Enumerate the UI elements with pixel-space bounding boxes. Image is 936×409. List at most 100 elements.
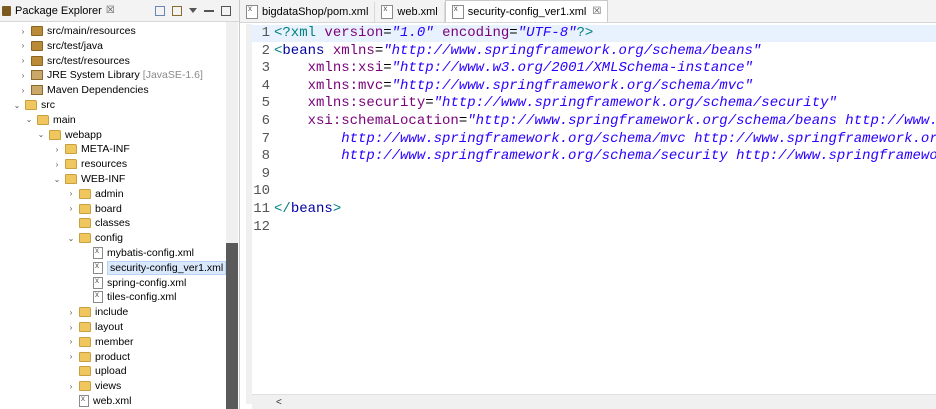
package-explorer-header: Package Explorer ☒	[0, 0, 239, 22]
close-tab-icon[interactable]: ☒	[592, 6, 601, 17]
code-token: =	[509, 25, 518, 41]
code-area[interactable]: 1 <?xml version = "1.0" encoding = "UTF-8" ?> 2…	[252, 22, 936, 392]
vertical-scrollbar-thumb[interactable]	[226, 243, 238, 409]
tree-toggle-icon[interactable]: ›	[52, 160, 62, 169]
tree-toggle-icon[interactable]: ›	[66, 204, 76, 213]
folder-icon	[65, 144, 77, 155]
tree-item-label: layout	[95, 321, 124, 333]
tree-item[interactable]: › src/test/resources	[18, 54, 130, 68]
tree-item[interactable]: › layout	[66, 320, 123, 334]
code-line[interactable]: 10	[252, 183, 274, 200]
tree-toggle-icon[interactable]: ›	[66, 189, 76, 198]
tree-item[interactable]: › admin	[66, 187, 124, 201]
code-line[interactable]: 4 xmlns:mvc = "http://www.springframework.…	[252, 78, 753, 95]
code-token: <?xml	[274, 25, 325, 41]
scroll-left-arrow-icon[interactable]: <	[276, 397, 282, 408]
editor-tab-bar: bigdataShop/pom.xml web.xml security-confi…	[240, 0, 936, 23]
folder-icon	[79, 366, 91, 377]
tree-toggle-icon[interactable]: ⌄	[12, 101, 22, 110]
tree-item-label: main	[53, 113, 76, 126]
code-line[interactable]: 5 xmlns:security = "http://www.springframe…	[252, 95, 837, 112]
editor-tab[interactable]: security-config_ver1.xml ☒	[444, 0, 609, 22]
tree-toggle-icon[interactable]: ›	[18, 71, 28, 80]
tree-item[interactable]: › META-INF	[52, 142, 130, 156]
code-line[interactable]: 8 http://www.springframework.org/schema/…	[252, 148, 936, 165]
tree-item-label: config	[95, 232, 124, 245]
tree-toggle-icon[interactable]: ›	[18, 27, 28, 36]
package-folder-icon	[31, 26, 43, 36]
tree-toggle-icon[interactable]: ⌄	[66, 234, 76, 243]
tree-item[interactable]: ⌄ config	[66, 231, 123, 245]
tree-toggle-icon[interactable]: ⌄	[36, 130, 46, 139]
close-icon[interactable]: ☒	[106, 5, 115, 16]
tree-item[interactable]: ⌄ WEB-INF	[52, 172, 126, 186]
code-line[interactable]: 1 <?xml version = "1.0" encoding = "UTF-8" ?>	[252, 25, 936, 42]
code-token: =	[383, 60, 392, 77]
code-token: >	[332, 201, 342, 217]
tree-toggle-icon[interactable]: ›	[66, 352, 76, 361]
tree-item[interactable]: mybatis-config.xml	[80, 246, 194, 260]
code-token: =	[383, 77, 392, 94]
tree-toggle-icon[interactable]: ›	[18, 56, 28, 65]
tree-item[interactable]: upload	[66, 364, 127, 378]
tree-toggle-icon[interactable]: ›	[66, 308, 76, 317]
editor-tab[interactable]: bigdataShop/pom.xml	[240, 2, 376, 22]
code-line[interactable]: 9	[252, 166, 274, 183]
tree-toggle-icon[interactable]: ›	[66, 337, 76, 346]
tree-item[interactable]: ⌄ webapp	[36, 128, 102, 142]
xml-file-icon	[93, 276, 103, 289]
tree-item[interactable]: ⌄ src	[12, 98, 55, 112]
xml-file-icon	[381, 4, 394, 19]
tree-toggle-icon[interactable]: ⌄	[52, 175, 62, 184]
tree-item[interactable]: › board	[66, 202, 122, 216]
code-line[interactable]: 11 </beans >	[252, 201, 341, 218]
link-with-editor-icon[interactable]	[172, 5, 182, 16]
folder-icon	[79, 351, 91, 362]
tree-item[interactable]: › views	[66, 379, 122, 393]
tree-item[interactable]: spring-config.xml	[80, 276, 186, 290]
code-token: "http://www.springframework.org/schema/b…	[383, 42, 762, 59]
horizontal-scrollbar[interactable]: <	[252, 394, 936, 409]
tree-item[interactable]: › Maven Dependencies	[18, 83, 149, 97]
code-line[interactable]: 12	[252, 219, 274, 236]
tree-item[interactable]: security-config_ver1.xml	[80, 260, 227, 275]
tree-item[interactable]: › src/main/resources	[18, 24, 136, 38]
tree-toggle-icon[interactable]: ›	[66, 323, 76, 332]
editor-tab[interactable]: web.xml	[375, 2, 445, 22]
xml-file-icon	[93, 246, 103, 259]
tree-toggle-icon[interactable]: ›	[52, 145, 62, 154]
tree-item[interactable]: classes	[66, 216, 130, 230]
code-line[interactable]: 3 xmlns:xsi = "http://www.w3.org/2001/XMLS…	[252, 60, 753, 77]
library-icon	[31, 85, 43, 96]
tree-item[interactable]: › resources	[52, 157, 127, 171]
package-explorer-title[interactable]: Package Explorer	[15, 5, 102, 17]
collapse-all-icon[interactable]	[155, 5, 165, 16]
tree-item[interactable]: web.xml	[66, 394, 132, 408]
tree-item[interactable]: › src/test/java	[18, 39, 103, 53]
code-token: xmlns:security	[307, 95, 426, 112]
tree-item[interactable]: › JRE System Library [JavaSE-1.6]	[18, 68, 203, 82]
code-line[interactable]: 2 < beans xmlns = "http://www.springframewor…	[252, 42, 762, 60]
editor-tab-label: security-config_ver1.xml	[467, 5, 587, 18]
code-line[interactable]: 6 xsi:schemaLocation = "http://www.springf…	[252, 113, 936, 130]
tree-toggle-icon[interactable]: ⌄	[24, 115, 34, 124]
view-menu-icon[interactable]	[189, 8, 197, 13]
tree-item[interactable]: › product	[66, 350, 130, 364]
tree-item[interactable]: tiles-config.xml	[80, 290, 176, 304]
minimize-icon[interactable]	[204, 9, 214, 12]
tree-item-label: include	[95, 306, 129, 319]
tree-toggle-icon[interactable]: ›	[18, 41, 28, 50]
code-token: "http://www.springframework.org/schema/b…	[467, 113, 936, 129]
tree-item-label: src	[41, 99, 55, 111]
code-line[interactable]: 7 http://www.springframework.org/schema/…	[252, 131, 936, 148]
tree-item[interactable]: › include	[66, 305, 129, 319]
tree-item[interactable]: › member	[66, 335, 134, 349]
tree-toggle-icon[interactable]: ›	[18, 86, 28, 95]
maximize-icon[interactable]	[221, 5, 231, 16]
xml-file-icon	[93, 290, 103, 304]
tree-item-label: upload	[95, 365, 127, 378]
tree-item[interactable]: ⌄ main	[24, 113, 76, 127]
tree-toggle-icon[interactable]: ›	[66, 382, 76, 391]
